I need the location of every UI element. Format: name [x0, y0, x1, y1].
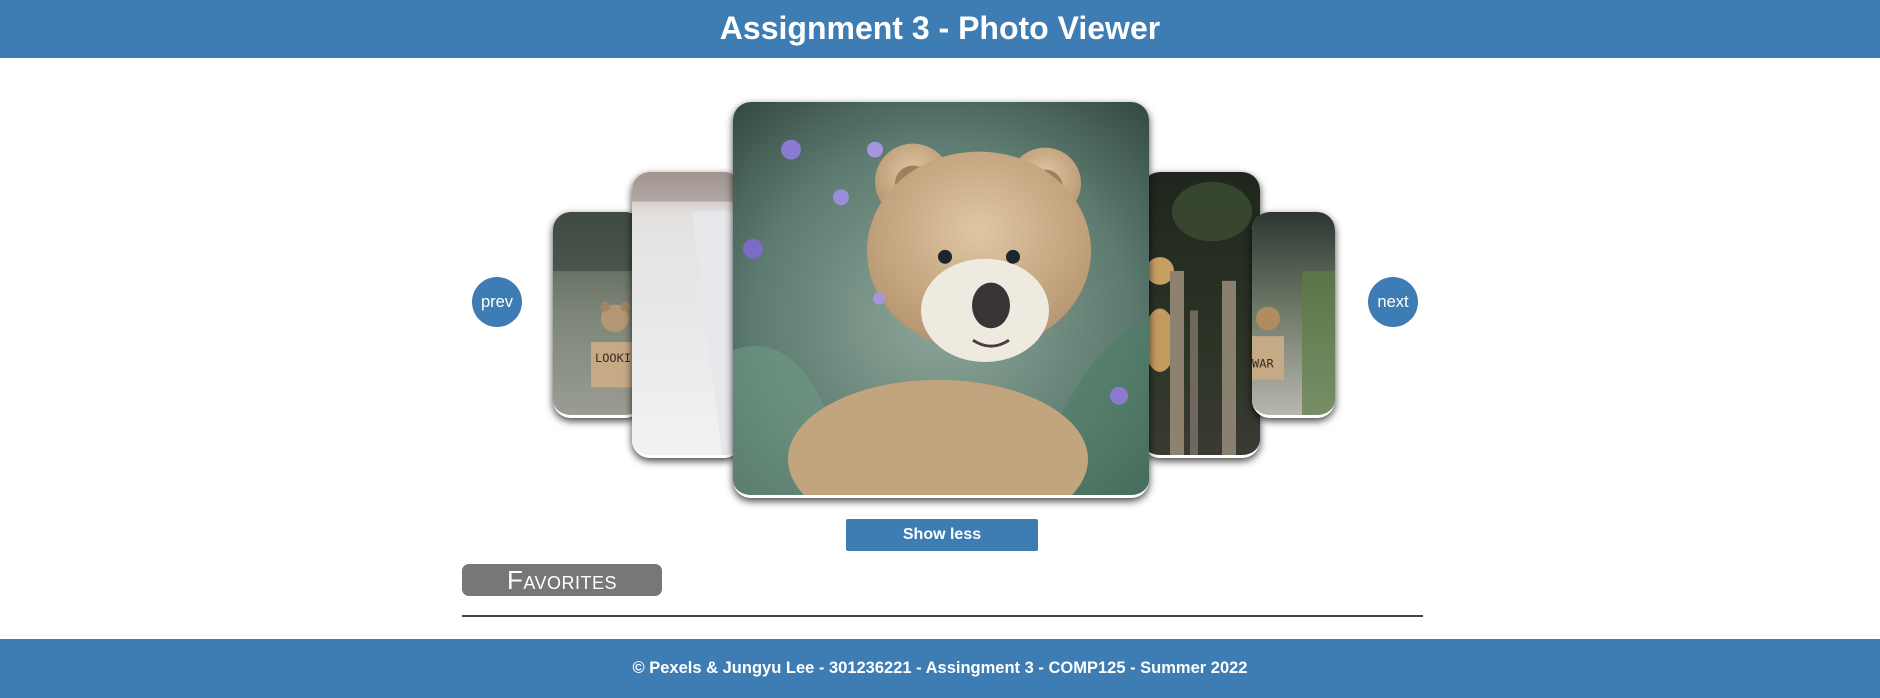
next-button-label: next	[1377, 292, 1409, 311]
carousel-photo-far-left[interactable]: LOOKI FOR A FR	[553, 212, 643, 418]
prev-button[interactable]: prev	[472, 277, 522, 327]
footer-text: © Pexels & Jungyu Lee - 301236221 - Assi…	[632, 659, 1248, 677]
sign-text-right: WAR	[1252, 357, 1274, 371]
favorites-heading: Favorites	[462, 564, 662, 596]
prev-button-label: prev	[480, 292, 514, 311]
next-button[interactable]: next	[1368, 277, 1418, 327]
show-less-button[interactable]: Show less	[846, 519, 1038, 551]
favorites-title: Favorites	[506, 564, 618, 595]
show-less-label: Show less	[902, 526, 982, 543]
carousel-photo-left[interactable]	[632, 172, 742, 458]
carousel-photo-right[interactable]	[1142, 172, 1260, 458]
page-header: Assignment 3 - Photo Viewer	[0, 0, 1880, 58]
carousel-photo-far-right[interactable]: WAR	[1252, 212, 1335, 418]
carousel-photo-center[interactable]	[733, 102, 1149, 498]
favorites-divider	[462, 615, 1423, 617]
page-footer: © Pexels & Jungyu Lee - 301236221 - Assi…	[0, 639, 1880, 698]
page-title: Assignment 3 - Photo Viewer	[719, 10, 1161, 46]
